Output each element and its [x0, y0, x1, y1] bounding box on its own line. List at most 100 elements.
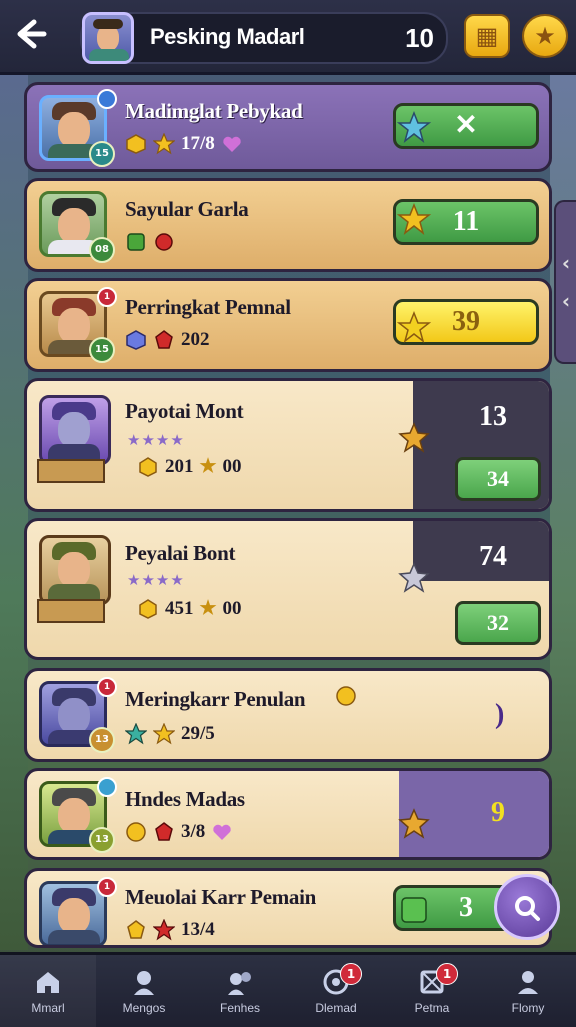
green-star-icon: [401, 897, 427, 923]
stat-value: 00: [222, 455, 242, 477]
crossed-swords-icon: ✕: [454, 110, 478, 141]
nav-home[interactable]: Mmarl: [0, 955, 96, 1027]
gold-coin-icon: [139, 456, 157, 477]
heart-icon: [223, 136, 241, 152]
star-face-icon: ★: [534, 22, 556, 50]
stat-value: 00: [222, 597, 242, 619]
star-icon: [153, 133, 175, 155]
player-name: Hndes Madas: [125, 787, 245, 811]
level-badge: 15: [89, 337, 115, 363]
list-item[interactable]: 08 Sayular Garla 11: [24, 178, 552, 272]
info-dot: [97, 777, 117, 797]
profile-icon: [129, 967, 159, 997]
green-star-icon: [125, 723, 147, 745]
list-item[interactable]: 1 Meuolai Karr Pemain 13/4 3: [24, 868, 552, 948]
list-item[interactable]: Peyalai Bont ★★★★ 451 ★ 00 74 32: [24, 518, 552, 660]
notification-dot: 1: [97, 877, 117, 897]
gold-gem-icon: [127, 920, 145, 939]
home-icon: [33, 967, 63, 997]
nav-target[interactable]: 1 Dlemad: [288, 955, 384, 1027]
notification-dot: 1: [97, 677, 117, 697]
avatar: [39, 395, 111, 465]
heart-icon: [213, 824, 231, 840]
page-title: Pesking Madarl: [150, 24, 305, 49]
nav-badge: 1: [340, 963, 362, 985]
rating-stars: ★★★★: [127, 431, 185, 449]
nav-profile[interactable]: Mengos: [96, 955, 192, 1027]
gold-coin-icon: [139, 598, 157, 619]
emote-button[interactable]: ★: [522, 14, 568, 58]
stat-value: 201: [165, 455, 194, 477]
nav-badge: 1: [436, 963, 458, 985]
level-badge: 08: [89, 237, 115, 263]
level-badge: 13: [89, 727, 115, 753]
stat-value: 3/8: [181, 821, 206, 842]
score-button[interactable]: 32: [455, 601, 541, 645]
stat-value: 13/4: [181, 919, 215, 940]
blue-cube-icon: [126, 330, 146, 350]
star-medal-icon: [397, 203, 431, 235]
green-gem-icon: [127, 233, 145, 251]
bonus-star-icon: ★: [199, 598, 217, 619]
player-name: Madimglat Pebykad: [125, 99, 303, 123]
rank-banner: [37, 459, 105, 483]
coin-icon: [336, 686, 356, 706]
level-badge: 13: [89, 827, 115, 853]
player-avatar[interactable]: [82, 12, 134, 64]
list-item[interactable]: 13 1 Meringkarr Penulan 29/5 ): [24, 668, 552, 762]
nav-user[interactable]: Flomy: [480, 955, 576, 1027]
chest-icon: ▦: [475, 22, 499, 50]
list-item[interactable]: Payotai Mont ★★★★ 201 ★ 00 13 34: [24, 378, 552, 512]
rank-score: 9: [491, 797, 505, 828]
stat-value: 17/8: [181, 133, 215, 154]
player-name: Sayular Garla: [125, 197, 249, 221]
list-item[interactable]: 15 Madimglat Pebykad 17/8 ✕: [24, 82, 552, 172]
red-star-icon: [153, 919, 175, 941]
title-pill: Pesking Madarl 10: [80, 12, 448, 64]
search-icon: [515, 896, 540, 921]
stat-value: 29/5: [181, 723, 215, 744]
player-name: Payotai Mont: [125, 399, 244, 423]
gold-medal-icon: [398, 422, 430, 453]
nav-card[interactable]: 1 Petma: [384, 955, 480, 1027]
rank-banner: [37, 599, 105, 623]
gold-coin-icon: [126, 822, 146, 842]
player-name: Peyalai Bont: [125, 541, 236, 565]
level-badge: 15: [89, 141, 115, 167]
gold-medal-icon: [398, 808, 430, 839]
notification-dot: 1: [97, 287, 117, 307]
silver-medal-icon: [398, 562, 430, 593]
player-name: Meringkarr Penulan: [125, 687, 306, 711]
bonus-star-icon: ★: [199, 456, 217, 477]
stat-value: 451: [165, 597, 194, 619]
chest-button[interactable]: ▦: [464, 14, 510, 58]
back-button[interactable]: [10, 16, 50, 56]
nav-friends[interactable]: Fenhes: [192, 955, 288, 1027]
list-item[interactable]: 13 Hndes Madas 3/8 9: [24, 768, 552, 860]
star-icon: [153, 723, 175, 745]
header-count: 10: [405, 23, 434, 53]
search-fab[interactable]: [494, 874, 560, 940]
red-star-icon: [155, 330, 173, 349]
player-name: Meuolai Karr Pemain: [125, 885, 317, 909]
star-gem-icon: [397, 111, 431, 143]
rating-stars: ★★★★: [127, 571, 185, 589]
rank-score: ): [495, 699, 505, 730]
player-name: Perringkat Pemnal: [125, 295, 291, 319]
header-bar: Pesking Madarl 10 ▦ ★: [0, 0, 576, 75]
list-item[interactable]: 15 1 Perringkat Pemnal 202 39: [24, 278, 552, 372]
user-icon: [513, 967, 543, 997]
leaderboard-list[interactable]: 15 Madimglat Pebykad 17/8 ✕ 08 Sayular G…: [22, 78, 556, 948]
star-medal-icon: [397, 311, 431, 343]
avatar: [39, 535, 111, 605]
arrow-left-icon: [17, 19, 47, 49]
info-dot: [97, 89, 117, 109]
side-drawer-tab[interactable]: ‹ ‹: [554, 200, 576, 364]
gold-cube-icon: [126, 134, 146, 154]
score-button[interactable]: 34: [455, 457, 541, 501]
rank-score: 13: [479, 401, 507, 432]
stat-value: 202: [181, 329, 210, 350]
red-gem-icon: [155, 233, 173, 251]
friends-icon: [225, 967, 255, 997]
rank-score: 74: [479, 541, 507, 572]
